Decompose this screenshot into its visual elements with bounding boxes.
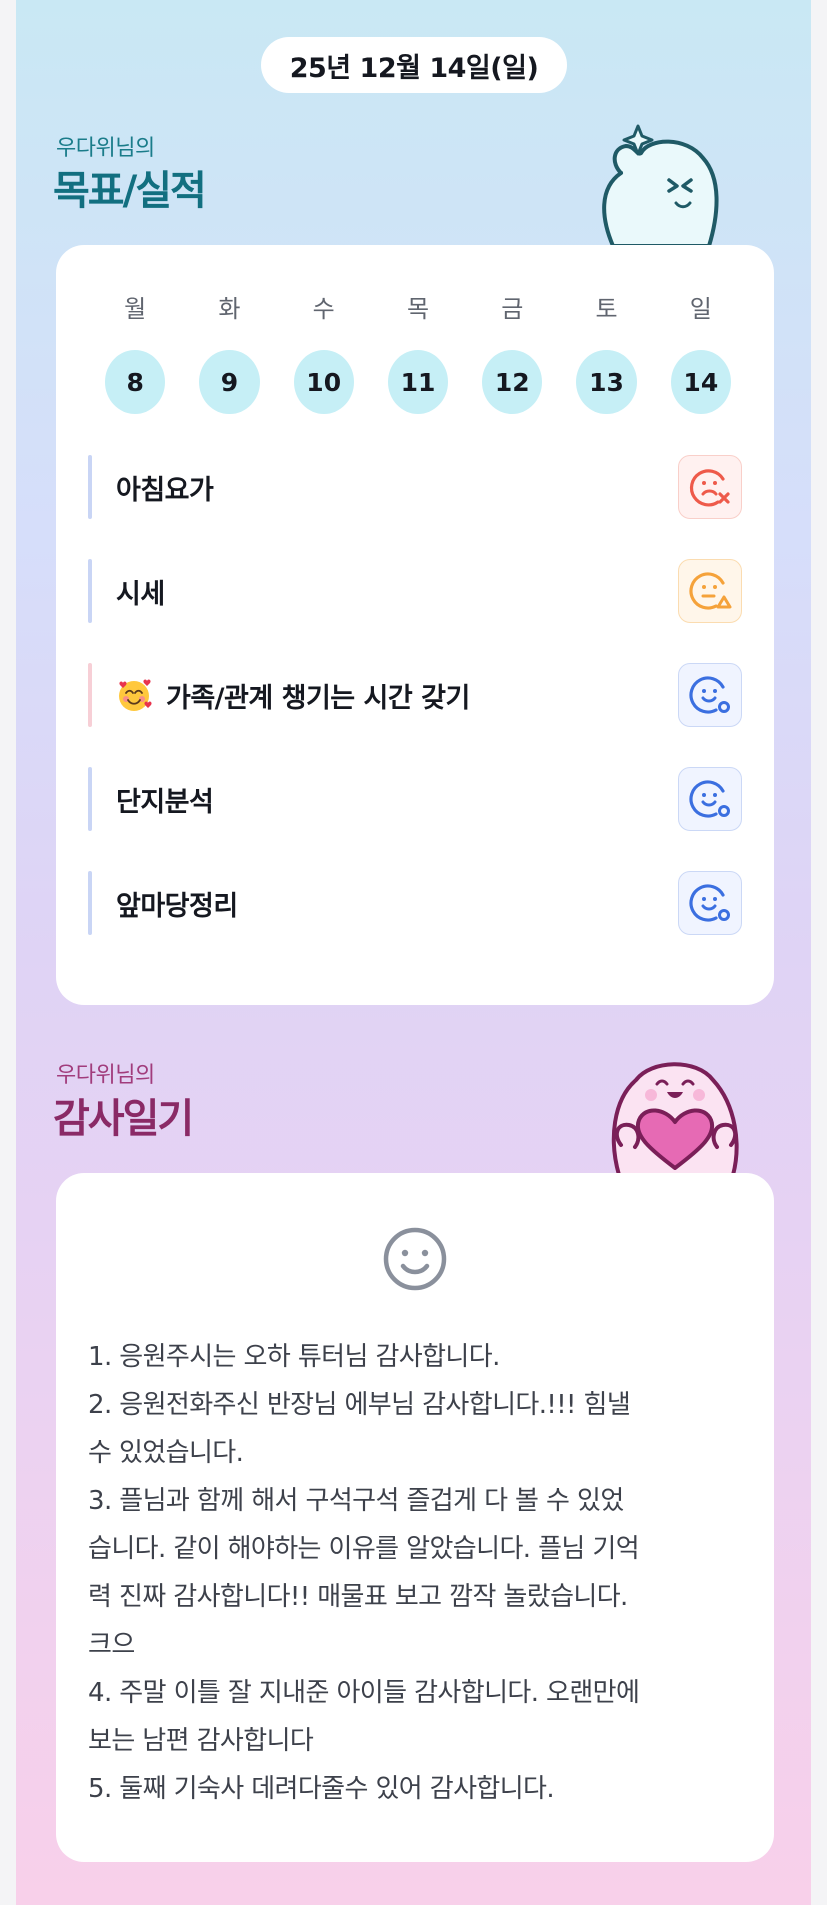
weekday-label: 금 (501, 295, 524, 323)
goal-accent-bar (88, 871, 92, 935)
gratitude-line: 4. 주말 이틀 잘 지내준 아이들 감사합니다. 오랜만에 (88, 1678, 640, 1708)
goal-accent-bar (88, 559, 92, 623)
date-chip[interactable]: 13 (576, 350, 637, 414)
date-chip[interactable]: 10 (293, 350, 354, 414)
smile-circle-face-icon (689, 676, 730, 714)
weekday-label: 토 (595, 295, 618, 323)
date-header: 25년 12월 14일(일) (261, 37, 567, 93)
goals-section-title: 목표/실적 (53, 168, 207, 214)
goal-label: 앞마당정리 (116, 890, 238, 922)
smiling-face-with-hearts-icon (119, 679, 152, 711)
weekday-label: 일 (689, 295, 712, 323)
gratitude-line: 수 있었습니다. (88, 1438, 244, 1468)
date-chip[interactable]: 8 (105, 350, 166, 414)
meh-triangle-face-icon (689, 572, 732, 610)
weekday-label: 수 (312, 295, 335, 323)
date-chip[interactable]: 11 (387, 350, 449, 414)
gratitude-line: 보는 남편 감사합니다 (88, 1726, 314, 1756)
goal-accent-bar (88, 767, 92, 831)
goal-accent-bar (88, 663, 92, 727)
gratitude-line: 력 진짜 감사합니다!! 매물표 보고 깜작 놀랐습니다. (88, 1582, 628, 1612)
gratitude-line: 2. 응원전화주신 반장님 에부님 감사합니다.!!! 힘낼 (88, 1390, 631, 1420)
goal-label: 단지분석 (116, 786, 214, 818)
weekday-label: 월 (124, 295, 147, 323)
goal-item[interactable]: 가족/관계 챙기는 시간 갖기 (88, 663, 742, 727)
smile-circle-face-icon (689, 780, 730, 818)
status-button-failed[interactable] (678, 455, 742, 519)
goal-label: 가족/관계 챙기는 시간 갖기 (166, 682, 470, 714)
goals-card: 월 화 수 목 금 토 일 8 9 10 11 12 13 14 아침요가 시세… (56, 245, 774, 1005)
goal-item[interactable]: 앞마당정리 (88, 871, 742, 935)
gratitude-line: 크으 (88, 1630, 135, 1660)
goal-item[interactable]: 시세 (88, 559, 742, 623)
gratitude-section-subtitle: 우다위님의 (56, 1063, 155, 1088)
gratitude-line: 1. 응원주시는 오하 튜터님 감사합니다. (88, 1342, 500, 1372)
gratitude-entry-text: 1. 응원주시는 오하 튜터님 감사합니다. 2. 응원전화주신 반장님 에부님… (88, 1333, 748, 1813)
weekday-label: 목 (406, 295, 430, 323)
status-button-done[interactable] (678, 871, 742, 935)
goal-label-row: 가족/관계 챙기는 시간 갖기 (116, 676, 470, 715)
smile-circle-face-icon (689, 884, 730, 922)
date-selector-row: 8 9 10 11 12 13 14 (88, 350, 748, 414)
gratitude-line: 습니다. 같이 해야하는 이유를 알았습니다. 플님 기억 (88, 1534, 640, 1564)
gratitude-section-title: 감사일기 (53, 1096, 194, 1142)
gratitude-card: 1. 응원주시는 오하 튜터님 감사합니다. 2. 응원전화주신 반장님 에부님… (56, 1173, 774, 1862)
pink-heart-mascot-icon (611, 1062, 739, 1175)
goal-list: 아침요가 시세 가족/관계 챙기는 시간 갖기 단지분석 앞마당정리 (88, 455, 742, 975)
goal-accent-bar (88, 455, 92, 519)
goal-item[interactable]: 단지분석 (88, 767, 742, 831)
date-chip[interactable]: 9 (199, 350, 260, 414)
date-chip[interactable]: 12 (482, 350, 543, 414)
goal-label: 아침요가 (116, 474, 214, 506)
goal-item[interactable]: 아침요가 (88, 455, 742, 519)
sad-x-face-icon (689, 469, 730, 507)
blue-ghost-mascot-icon (602, 124, 719, 248)
smile-face-icon (383, 1227, 447, 1291)
gratitude-line: 5. 둘째 기숙사 데려다줄수 있어 감사합니다. (88, 1774, 555, 1804)
screen: 25년 12월 14일(일) 우다위님의 목표/실적 월 화 수 목 금 토 일… (16, 0, 811, 1905)
status-button-done[interactable] (678, 663, 742, 727)
date-chip[interactable]: 14 (670, 350, 731, 414)
status-button-partial[interactable] (678, 559, 742, 623)
goal-label: 시세 (116, 578, 165, 610)
weekday-header-row: 월 화 수 목 금 토 일 (88, 289, 748, 324)
gratitude-line: 3. 플님과 함께 해서 구석구석 즐겁게 다 볼 수 있었 (88, 1486, 624, 1516)
weekday-label: 화 (218, 295, 241, 323)
status-button-done[interactable] (678, 767, 742, 831)
